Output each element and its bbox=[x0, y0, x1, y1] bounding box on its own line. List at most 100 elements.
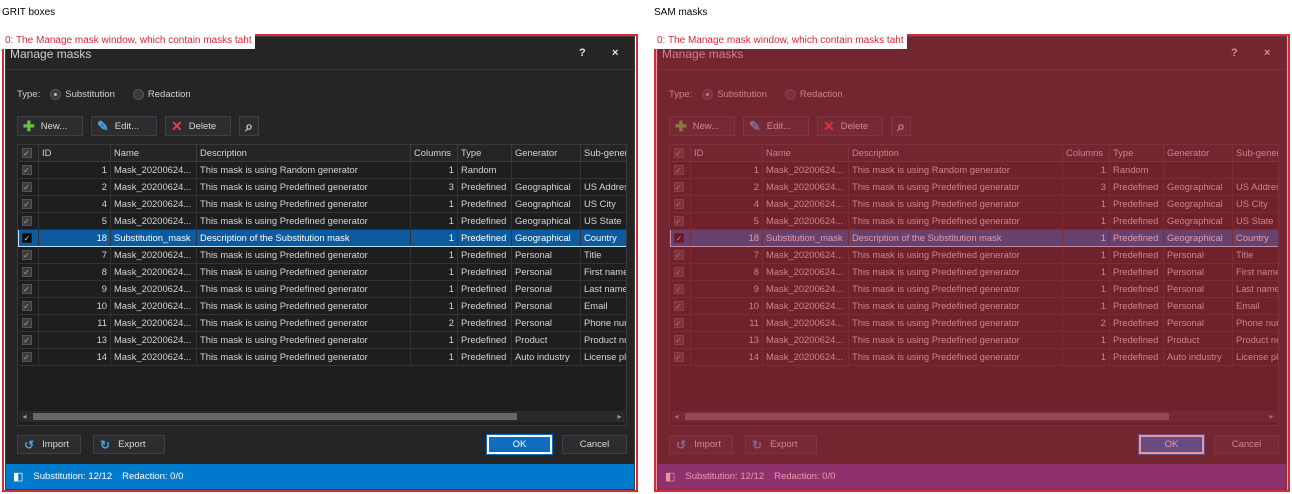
checkbox-icon[interactable]: ✓ bbox=[673, 182, 684, 192]
table-row[interactable]: ✓ 2 Mask_20200624... This mask is using Pre… bbox=[670, 178, 1278, 196]
row-checkbox[interactable]: ✓ bbox=[18, 331, 39, 349]
close-button[interactable]: × bbox=[612, 47, 618, 59]
substitution-radio-label[interactable]: Substitution bbox=[717, 89, 767, 100]
scroll-left-icon[interactable]: ◂ bbox=[19, 411, 30, 422]
row-checkbox[interactable]: ✓ bbox=[670, 331, 691, 349]
import-button[interactable]: ↺ Import bbox=[669, 435, 733, 454]
table-row-selected[interactable]: ✓ 18 Substitution_mask Description of the S… bbox=[18, 228, 626, 247]
horizontal-scrollbar[interactable]: ◂ ▸ bbox=[671, 411, 1277, 422]
column-header-description[interactable]: Description bbox=[848, 145, 1063, 162]
delete-button[interactable]: ✕ Delete bbox=[817, 116, 883, 136]
checkbox-icon[interactable]: ✓ bbox=[21, 318, 32, 328]
table-row[interactable]: ✓ 1 Mask_20200624... This mask is using Ran… bbox=[18, 161, 626, 179]
column-header-description[interactable]: Description bbox=[196, 145, 411, 162]
row-checkbox[interactable]: ✓ bbox=[18, 178, 39, 196]
substitution-radio[interactable] bbox=[702, 89, 714, 100]
row-checkbox[interactable]: ✓ bbox=[670, 246, 691, 264]
row-checkbox[interactable]: ✓ bbox=[18, 212, 39, 230]
column-header-name[interactable]: Name bbox=[110, 145, 197, 162]
edit-button[interactable]: ✎ Edit... bbox=[743, 116, 809, 136]
help-button[interactable]: ? bbox=[579, 47, 586, 59]
scroll-thumb[interactable] bbox=[33, 413, 517, 420]
row-checkbox[interactable]: ✓ bbox=[18, 297, 39, 315]
ok-button[interactable]: OK bbox=[486, 434, 553, 455]
column-header-subgenerator[interactable]: Sub-genera bbox=[1232, 145, 1278, 162]
row-checkbox[interactable]: ✓ bbox=[18, 228, 39, 247]
row-checkbox[interactable]: ✓ bbox=[670, 263, 691, 281]
checkbox-icon[interactable]: ✓ bbox=[21, 165, 32, 175]
cancel-button[interactable]: Cancel bbox=[1214, 435, 1279, 454]
checkbox-icon[interactable]: ✓ bbox=[21, 199, 32, 209]
masks-grid[interactable]: ✓ ID Name Description Columns Type Gener… bbox=[669, 144, 1279, 426]
substitution-radio[interactable] bbox=[50, 89, 62, 100]
column-header-name[interactable]: Name bbox=[762, 145, 849, 162]
table-row[interactable]: ✓ 10 Mask_20200624... This mask is using Pr… bbox=[18, 297, 626, 315]
select-all-checkbox[interactable]: ✓ bbox=[18, 145, 39, 162]
new-button[interactable]: ✚ New... bbox=[669, 116, 735, 136]
scroll-right-icon[interactable]: ▸ bbox=[1266, 411, 1277, 422]
column-header-id[interactable]: ID bbox=[690, 145, 763, 162]
edit-button[interactable]: ✎ Edit... bbox=[91, 116, 157, 136]
close-button[interactable]: × bbox=[1264, 47, 1270, 59]
column-header-columns[interactable]: Columns bbox=[1062, 145, 1110, 162]
new-button[interactable]: ✚ New... bbox=[17, 116, 83, 136]
table-row[interactable]: ✓ 14 Mask_20200624... This mask is using Pr… bbox=[670, 348, 1278, 366]
table-row[interactable]: ✓ 13 Mask_20200624... This mask is using Pr… bbox=[670, 331, 1278, 349]
column-header-generator[interactable]: Generator bbox=[511, 145, 581, 162]
table-row[interactable]: ✓ 1 Mask_20200624... This mask is using Ran… bbox=[670, 161, 1278, 179]
ok-button[interactable]: OK bbox=[1138, 434, 1205, 455]
checkbox-icon[interactable]: ✓ bbox=[673, 250, 684, 260]
checkbox-icon[interactable]: ✓ bbox=[673, 216, 684, 226]
checkbox-icon[interactable]: ✓ bbox=[673, 284, 684, 294]
row-checkbox[interactable]: ✓ bbox=[18, 246, 39, 264]
horizontal-scrollbar[interactable]: ◂ ▸ bbox=[19, 411, 625, 422]
row-checkbox[interactable]: ✓ bbox=[670, 297, 691, 315]
search-button[interactable]: ⌕ bbox=[891, 116, 911, 136]
row-checkbox[interactable]: ✓ bbox=[670, 228, 691, 247]
checkbox-icon[interactable]: ✓ bbox=[673, 199, 684, 209]
table-row[interactable]: ✓ 2 Mask_20200624... This mask is using Pre… bbox=[18, 178, 626, 196]
row-checkbox[interactable]: ✓ bbox=[670, 161, 691, 179]
export-button[interactable]: ↻ Export bbox=[93, 435, 165, 454]
table-row[interactable]: ✓ 13 Mask_20200624... This mask is using Pr… bbox=[18, 331, 626, 349]
checkbox-icon[interactable]: ✓ bbox=[21, 284, 32, 294]
row-checkbox[interactable]: ✓ bbox=[18, 348, 39, 366]
row-checkbox[interactable]: ✓ bbox=[670, 314, 691, 332]
table-row[interactable]: ✓ 8 Mask_20200624... This mask is using Pre… bbox=[670, 263, 1278, 281]
row-checkbox[interactable]: ✓ bbox=[670, 280, 691, 298]
scroll-right-icon[interactable]: ▸ bbox=[614, 411, 625, 422]
column-header-subgenerator[interactable]: Sub-genera bbox=[580, 145, 626, 162]
column-header-type[interactable]: Type bbox=[457, 145, 512, 162]
checkbox-icon[interactable]: ✓ bbox=[674, 233, 684, 243]
table-row[interactable]: ✓ 7 Mask_20200624... This mask is using Pre… bbox=[18, 246, 626, 264]
row-checkbox[interactable]: ✓ bbox=[18, 263, 39, 281]
row-checkbox[interactable]: ✓ bbox=[18, 195, 39, 213]
checkbox-icon[interactable]: ✓ bbox=[673, 335, 684, 345]
substitution-radio-label[interactable]: Substitution bbox=[65, 89, 115, 100]
redaction-radio-label[interactable]: Redaction bbox=[800, 89, 843, 100]
table-row[interactable]: ✓ 9 Mask_20200624... This mask is using Pre… bbox=[18, 280, 626, 298]
column-header-columns[interactable]: Columns bbox=[410, 145, 458, 162]
table-row[interactable]: ✓ 11 Mask_20200624... This mask is using Pr… bbox=[670, 314, 1278, 332]
table-row[interactable]: ✓ 8 Mask_20200624... This mask is using Pre… bbox=[18, 263, 626, 281]
table-row[interactable]: ✓ 7 Mask_20200624... This mask is using Pre… bbox=[670, 246, 1278, 264]
redaction-radio[interactable] bbox=[784, 89, 796, 100]
cancel-button[interactable]: Cancel bbox=[562, 435, 627, 454]
checkbox-icon[interactable]: ✓ bbox=[673, 301, 684, 311]
table-row[interactable]: ✓ 5 Mask_20200624... This mask is using Pre… bbox=[670, 212, 1278, 230]
column-header-generator[interactable]: Generator bbox=[1163, 145, 1233, 162]
redaction-radio[interactable] bbox=[132, 89, 144, 100]
table-row-selected[interactable]: ✓ 18 Substitution_mask Description of the S… bbox=[670, 228, 1278, 247]
checkbox-icon[interactable]: ✓ bbox=[673, 352, 684, 362]
checkbox-icon[interactable]: ✓ bbox=[21, 267, 32, 277]
row-checkbox[interactable]: ✓ bbox=[670, 212, 691, 230]
checkbox-icon[interactable]: ✓ bbox=[21, 250, 32, 260]
masks-grid[interactable]: ✓ ID Name Description Columns Type Gener… bbox=[17, 144, 627, 426]
import-button[interactable]: ↺ Import bbox=[17, 435, 81, 454]
checkbox-icon[interactable]: ✓ bbox=[21, 335, 32, 345]
checkbox-icon[interactable]: ✓ bbox=[673, 267, 684, 277]
select-all-checkbox[interactable]: ✓ bbox=[670, 145, 691, 162]
row-checkbox[interactable]: ✓ bbox=[18, 314, 39, 332]
table-row[interactable]: ✓ 10 Mask_20200624... This mask is using Pr… bbox=[670, 297, 1278, 315]
checkbox-icon[interactable]: ✓ bbox=[673, 318, 684, 328]
